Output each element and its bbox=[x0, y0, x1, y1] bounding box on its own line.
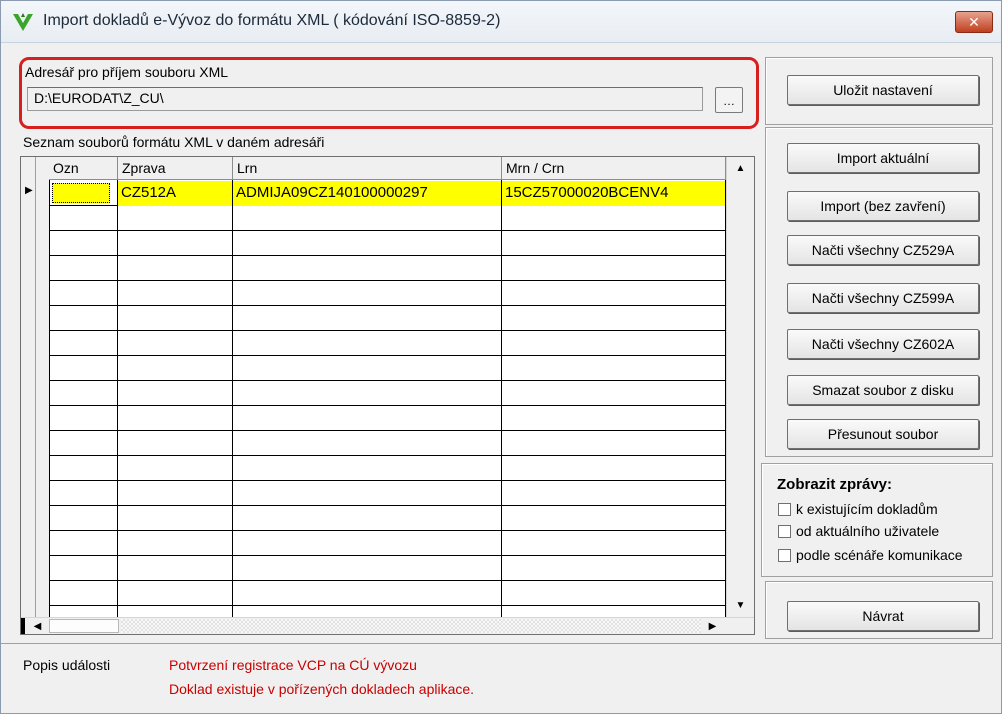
load-cz529a-button[interactable]: Načti všechny CZ529A bbox=[787, 235, 979, 265]
scroll-left-icon[interactable]: ◀ bbox=[29, 618, 46, 634]
checkbox-box[interactable] bbox=[778, 503, 791, 516]
row-indicator-column bbox=[21, 157, 49, 634]
delete-file-button[interactable]: Smazat soubor z disku bbox=[787, 375, 979, 405]
column-header-lrn[interactable]: Lrn bbox=[233, 157, 502, 180]
horizontal-scrollbar[interactable]: ◀ ▶ bbox=[21, 617, 754, 634]
close-button[interactable]: ✕ bbox=[955, 11, 993, 33]
event-message-line-2: Doklad existuje v pořízených dokladech a… bbox=[169, 681, 475, 697]
window-title: Import dokladů e-Vývoz do formátu XML ( … bbox=[43, 12, 501, 29]
import-no-close-button[interactable]: Import (bez zavření) bbox=[787, 191, 979, 221]
column-header-ozn[interactable]: Ozn bbox=[49, 157, 118, 180]
show-messages-title: Zobrazit zprávy: bbox=[777, 476, 893, 493]
checkbox-existing-docs[interactable]: k existujícím dokladům bbox=[778, 501, 938, 517]
checkbox-current-user[interactable]: od aktuálního uživatele bbox=[778, 523, 939, 539]
scroll-down-icon[interactable]: ▼ bbox=[732, 597, 749, 614]
grid-row-1-zprava[interactable]: CZ512A bbox=[118, 181, 232, 206]
import-current-button[interactable]: Import aktuální bbox=[787, 143, 979, 173]
event-label: Popis události bbox=[23, 657, 111, 673]
grid-row-1-mrn[interactable]: 15CZ57000020BCENV4 bbox=[502, 181, 725, 206]
checkbox-label: k existujícím dokladům bbox=[796, 501, 938, 517]
save-settings-button[interactable]: Uložit nastavení bbox=[787, 75, 979, 105]
checkbox-label: podle scénáře komunikace bbox=[796, 547, 963, 563]
event-message-line-1: Potvrzení registrace VCP na CÚ vývozu bbox=[169, 657, 417, 673]
active-cell[interactable] bbox=[52, 183, 110, 203]
title-bar: Import dokladů e-Vývoz do formátu XML ( … bbox=[1, 1, 1001, 43]
browse-icon: … bbox=[723, 94, 735, 108]
grid-row-1-ozn[interactable] bbox=[50, 181, 117, 206]
column-header-mrn[interactable]: Mrn / Crn bbox=[502, 157, 726, 180]
checkbox-communication-scenario[interactable]: podle scénáře komunikace bbox=[778, 547, 963, 563]
checkbox-box[interactable] bbox=[778, 525, 791, 538]
close-icon: ✕ bbox=[968, 14, 980, 30]
current-row-pointer-icon: ▶ bbox=[25, 185, 33, 196]
file-list-label: Seznam souborů formátu XML v daném adres… bbox=[23, 134, 325, 150]
load-cz602a-button[interactable]: Načti všechny CZ602A bbox=[787, 329, 979, 359]
move-file-button[interactable]: Přesunout soubor bbox=[787, 419, 979, 449]
scroll-right-icon[interactable]: ▶ bbox=[704, 618, 721, 634]
back-button[interactable]: Návrat bbox=[787, 601, 979, 631]
grid-row-1-lrn[interactable]: ADMIJA09CZ140100000297 bbox=[233, 181, 501, 206]
directory-label: Adresář pro příjem souboru XML bbox=[25, 64, 229, 80]
horizontal-scroll-thumb[interactable] bbox=[49, 619, 119, 633]
load-cz599a-button[interactable]: Načti všechny CZ599A bbox=[787, 283, 979, 313]
directory-input[interactable]: D:\EURODAT\Z_CU\ bbox=[27, 87, 703, 111]
vertical-scrollbar[interactable]: ▲ ▼ bbox=[726, 157, 754, 617]
file-grid[interactable]: Ozn Zprava Lrn Mrn / Crn ▶ CZ512A ADMIJA… bbox=[20, 156, 755, 635]
checkbox-label: od aktuálního uživatele bbox=[796, 523, 940, 539]
app-logo-icon bbox=[13, 13, 33, 31]
checkbox-box[interactable] bbox=[778, 549, 791, 562]
import-dialog: Import dokladů e-Vývoz do formátu XML ( … bbox=[0, 0, 1002, 714]
column-header-zprava[interactable]: Zprava bbox=[118, 157, 233, 180]
scroll-up-icon[interactable]: ▲ bbox=[732, 160, 749, 177]
event-panel bbox=[1, 643, 1001, 713]
browse-button[interactable]: … bbox=[715, 87, 743, 113]
